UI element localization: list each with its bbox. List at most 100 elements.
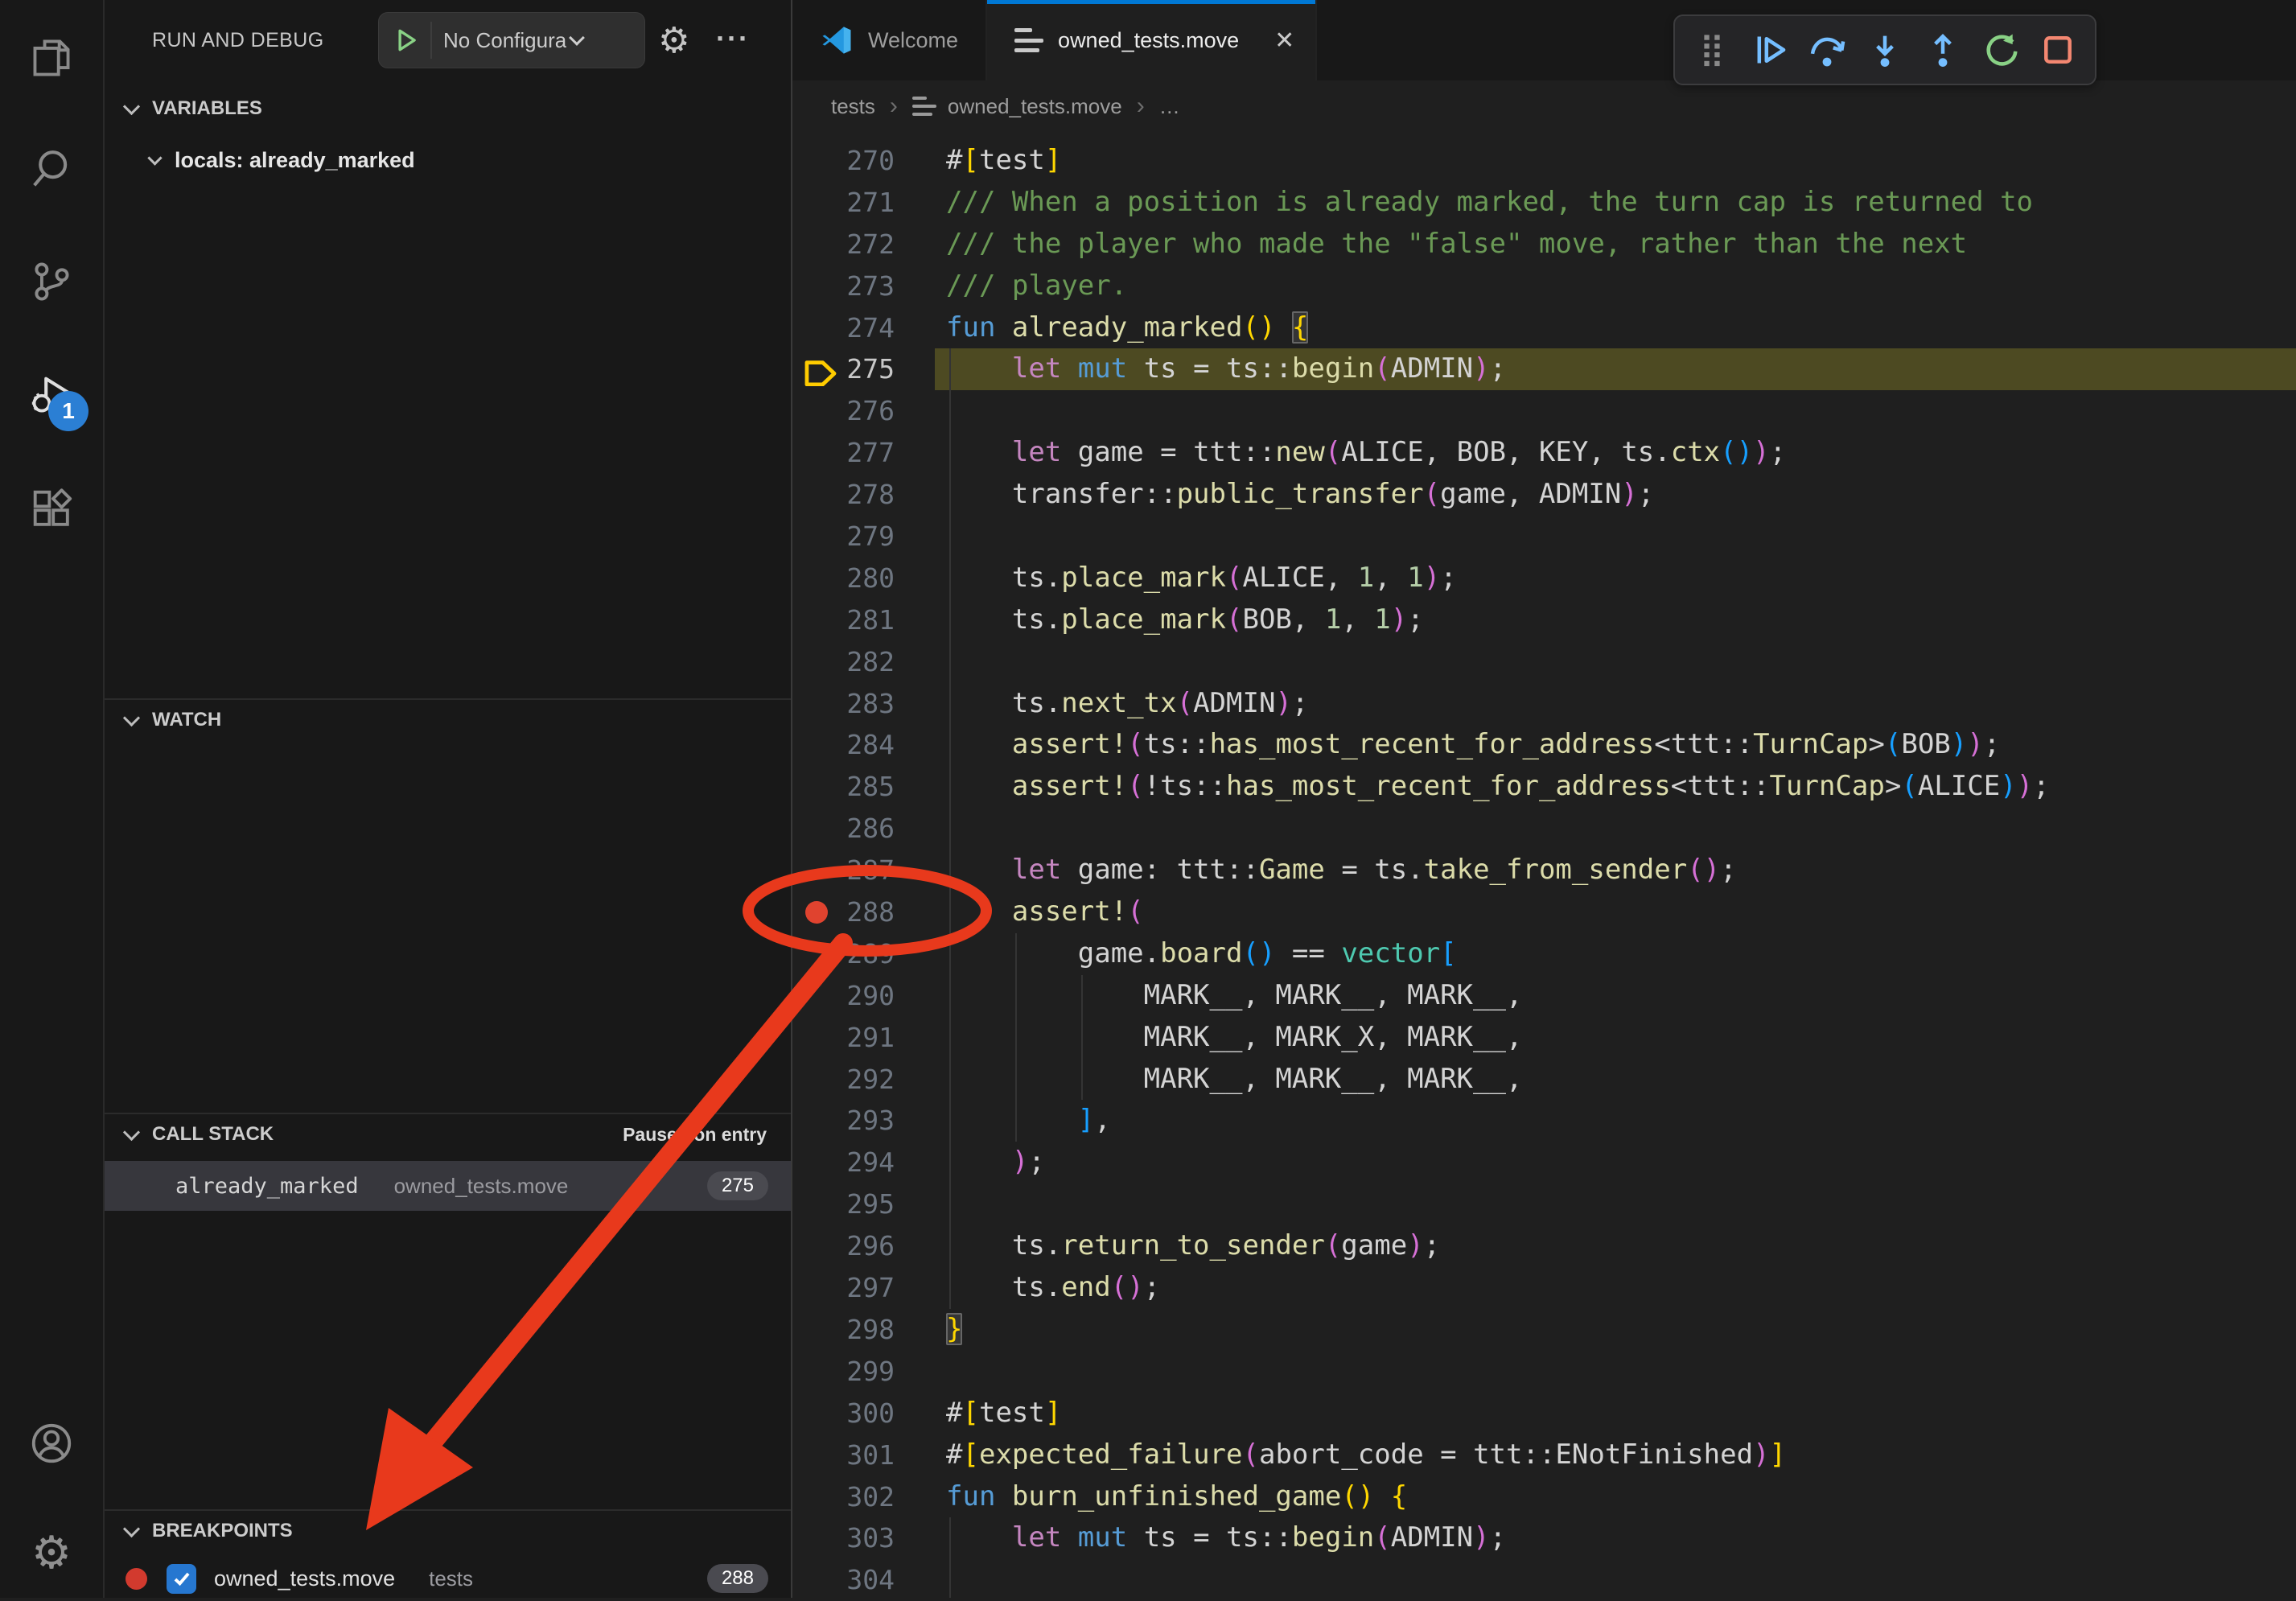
code-text[interactable]: ); [946, 1142, 2296, 1183]
extensions-icon[interactable] [0, 465, 103, 552]
start-debug-play-icon[interactable] [392, 26, 421, 55]
line-number[interactable]: 280 [792, 558, 895, 599]
line-number[interactable]: 299 [792, 1351, 895, 1393]
code-text[interactable]: ts.place_mark(BOB, 1, 1); [946, 599, 2296, 641]
breakpoint-checkbox[interactable] [167, 1564, 196, 1594]
more-actions-icon[interactable]: ··· [716, 0, 750, 77]
close-icon[interactable]: ✕ [1274, 27, 1294, 55]
code-text[interactable]: } [946, 1309, 2296, 1351]
settings-gear-icon[interactable]: ⚙ [0, 1509, 103, 1596]
line-number[interactable]: 293 [792, 1100, 895, 1142]
code-text[interactable]: ts.return_to_sender(game); [946, 1225, 2296, 1267]
line-number[interactable]: 271 [792, 182, 895, 224]
code-text[interactable]: ts.end(); [946, 1267, 2296, 1309]
chevron-down-icon[interactable] [569, 30, 585, 46]
line-number[interactable]: 273 [792, 265, 895, 307]
run-and-debug-sidebar: RUN AND DEBUG No Configura ⚙ ··· VARIABL… [105, 0, 791, 1598]
line-number[interactable]: 277 [792, 432, 895, 474]
source-control-icon[interactable] [0, 238, 103, 325]
line-number[interactable]: 289 [792, 933, 895, 975]
breakpoint-dot-icon[interactable] [805, 901, 828, 924]
breadcrumb-more[interactable]: … [1159, 94, 1180, 119]
line-number[interactable]: 283 [792, 683, 895, 725]
tab-welcome[interactable]: Welcome [792, 0, 987, 80]
section-variables[interactable]: VARIABLES [105, 90, 791, 127]
code-text[interactable]: let game: ttt::Game = ts.take_from_sende… [946, 850, 2296, 891]
line-number[interactable]: 279 [792, 516, 895, 558]
code-text[interactable]: ts.next_tx(ADMIN); [946, 683, 2296, 725]
line-number[interactable]: 296 [792, 1225, 895, 1267]
line-number[interactable]: 298 [792, 1309, 895, 1351]
code-text[interactable]: #[expected_failure(abort_code = ttt::ENo… [946, 1434, 2296, 1476]
breakpoint-list-item[interactable]: owned_tests.move tests 288 [105, 1556, 791, 1601]
code-text[interactable]: let mut ts = ts::begin(ADMIN); [946, 1517, 2296, 1559]
debug-config-label[interactable]: No Configura [443, 28, 566, 53]
code-text[interactable]: MARK__, MARK__, MARK__, [946, 1059, 2296, 1101]
line-number[interactable]: 291 [792, 1017, 895, 1059]
code-line-299: 299 [792, 1351, 2296, 1393]
line-number[interactable]: 282 [792, 641, 895, 683]
code-text[interactable]: /// When a position is already marked, t… [946, 182, 2296, 224]
continue-button[interactable] [1749, 29, 1791, 71]
code-text[interactable]: fun already_marked() { [946, 307, 2296, 349]
code-text[interactable]: assert!( [946, 891, 2296, 933]
line-number[interactable]: 297 [792, 1267, 895, 1309]
code-text[interactable]: MARK__, MARK__, MARK__, [946, 975, 2296, 1017]
tab-owned-tests-move[interactable]: owned_tests.move ✕ [987, 0, 1317, 80]
line-number[interactable]: 270 [792, 140, 895, 182]
code-text[interactable]: fun burn_unfinished_game() { [946, 1476, 2296, 1518]
line-number[interactable]: 274 [792, 307, 895, 349]
line-number[interactable]: 272 [792, 224, 895, 265]
code-text[interactable]: let game = ttt::new(ALICE, BOB, KEY, ts.… [946, 432, 2296, 474]
line-number[interactable]: 285 [792, 766, 895, 808]
line-number[interactable]: 286 [792, 808, 895, 850]
line-number[interactable]: 278 [792, 474, 895, 516]
toolbar-gripper[interactable] [1691, 29, 1733, 71]
explorer-icon[interactable] [0, 14, 103, 101]
step-out-button[interactable] [1922, 29, 1964, 71]
line-number[interactable]: 276 [792, 390, 895, 432]
code-text[interactable]: #[test] [946, 1393, 2296, 1434]
line-number[interactable]: 290 [792, 975, 895, 1017]
call-stack-frame-row[interactable]: already_marked owned_tests.move 275 [105, 1161, 791, 1211]
line-number[interactable]: 284 [792, 724, 895, 766]
account-icon[interactable] [0, 1400, 103, 1487]
code-text[interactable]: assert!(ts::has_most_recent_for_address<… [946, 724, 2296, 766]
variables-scope-locals[interactable]: locals: already_marked [105, 138, 791, 182]
step-into-button[interactable] [1864, 29, 1906, 71]
line-number[interactable]: 292 [792, 1059, 895, 1101]
sidebar-header: RUN AND DEBUG No Configura ⚙ ··· [105, 0, 791, 80]
stop-button[interactable] [2037, 29, 2079, 71]
debug-settings-gear-icon[interactable]: ⚙ [658, 0, 689, 80]
code-text[interactable]: let mut ts = ts::begin(ADMIN); [946, 348, 2296, 390]
line-number[interactable]: 302 [792, 1476, 895, 1518]
restart-button[interactable] [1980, 29, 2022, 71]
code-text[interactable]: ts.place_mark(ALICE, 1, 1); [946, 558, 2296, 599]
section-call-stack[interactable]: CALL STACK Paused on entry [105, 1116, 791, 1153]
section-watch[interactable]: WATCH [105, 702, 791, 739]
line-number[interactable]: 300 [792, 1393, 895, 1434]
code-text[interactable]: assert!(!ts::has_most_recent_for_address… [946, 766, 2296, 808]
code-text[interactable]: /// the player who made the "false" move… [946, 224, 2296, 265]
line-number[interactable]: 295 [792, 1183, 895, 1225]
code-text[interactable]: ], [946, 1100, 2296, 1142]
search-icon[interactable] [0, 126, 103, 212]
line-number[interactable]: 294 [792, 1142, 895, 1183]
code-text[interactable]: transfer::public_transfer(game, ADMIN); [946, 474, 2296, 516]
line-number[interactable]: 287 [792, 850, 895, 891]
code-text[interactable]: /// player. [946, 265, 2296, 307]
code-text[interactable]: #[test] [946, 140, 2296, 182]
step-over-button[interactable] [1806, 29, 1848, 71]
start-debug-dropdown[interactable]: No Configura [378, 12, 645, 68]
line-number[interactable]: 301 [792, 1434, 895, 1476]
run-and-debug-icon[interactable] [0, 352, 103, 439]
code-area[interactable]: 270 #[test] 271 /// When a position is alre… [792, 132, 2296, 1598]
line-number[interactable]: 281 [792, 599, 895, 641]
breadcrumb-file[interactable]: owned_tests.move [948, 94, 1122, 119]
line-number[interactable]: 304 [792, 1559, 895, 1598]
code-text[interactable]: game.board() == vector[ [946, 933, 2296, 975]
breadcrumb-root[interactable]: tests [831, 94, 875, 119]
section-breakpoints[interactable]: BREAKPOINTS [105, 1513, 791, 1550]
line-number[interactable]: 303 [792, 1517, 895, 1559]
code-text[interactable]: MARK__, MARK_X, MARK__, [946, 1017, 2296, 1059]
